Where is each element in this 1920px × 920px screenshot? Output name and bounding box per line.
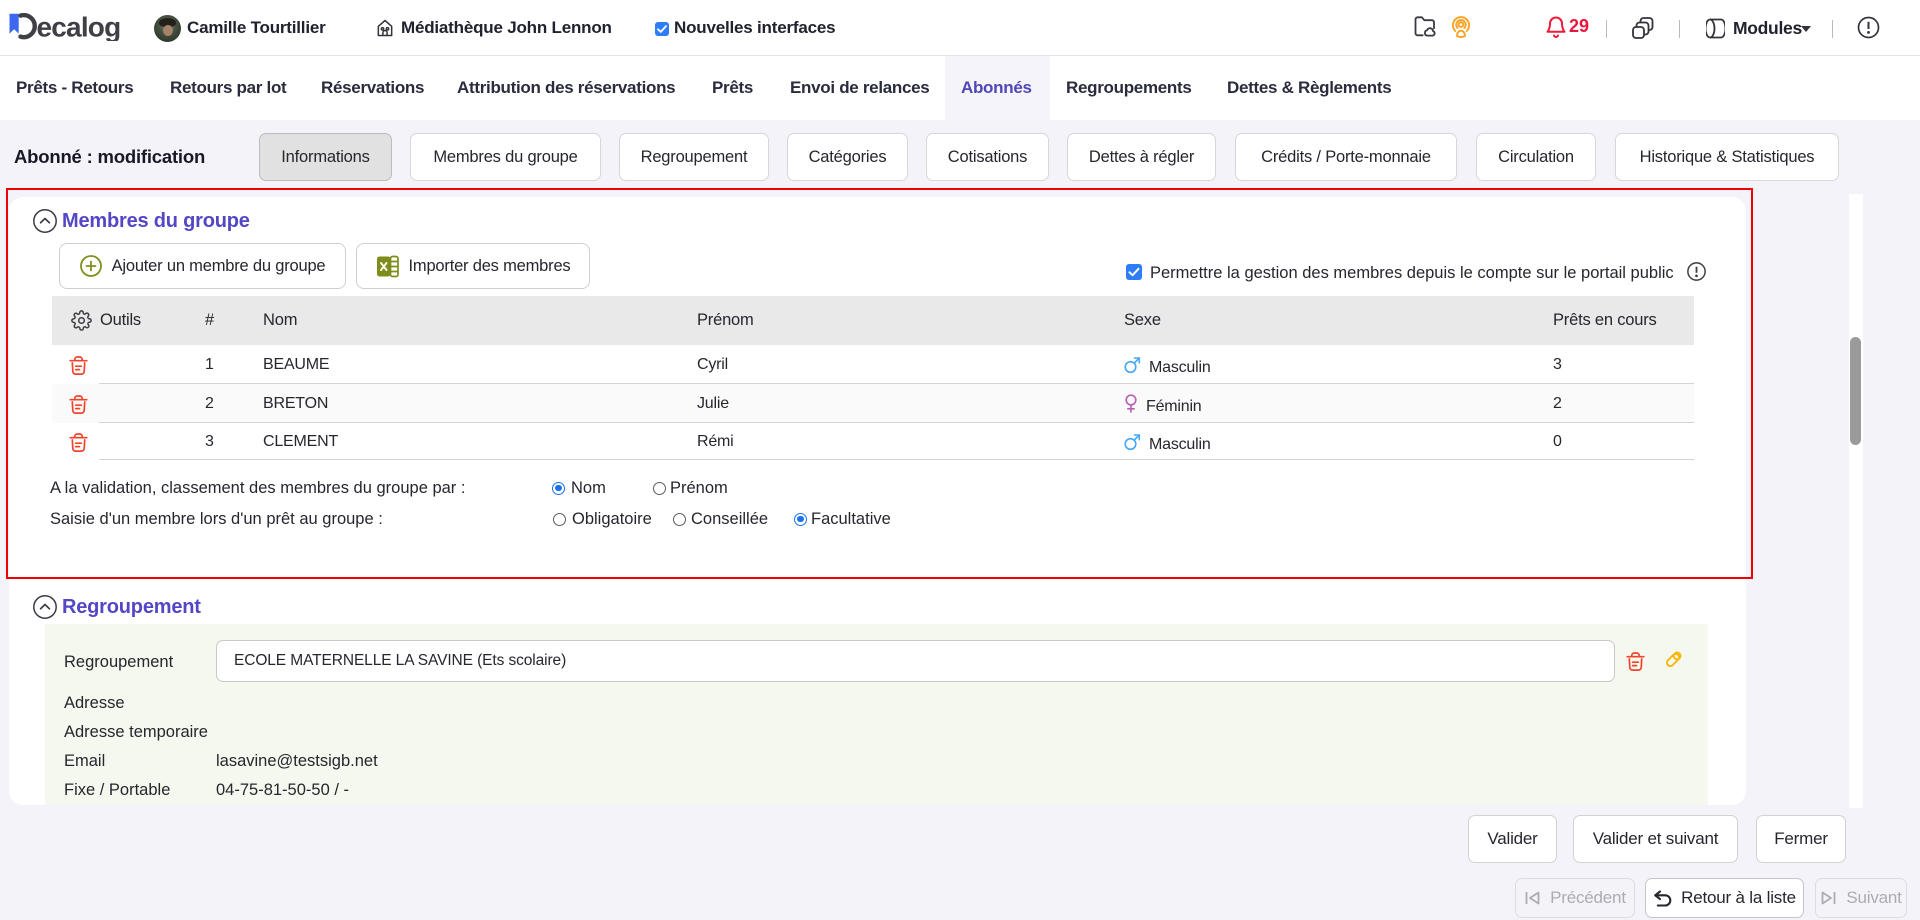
svg-text:ecalog: ecalog [37,13,121,41]
